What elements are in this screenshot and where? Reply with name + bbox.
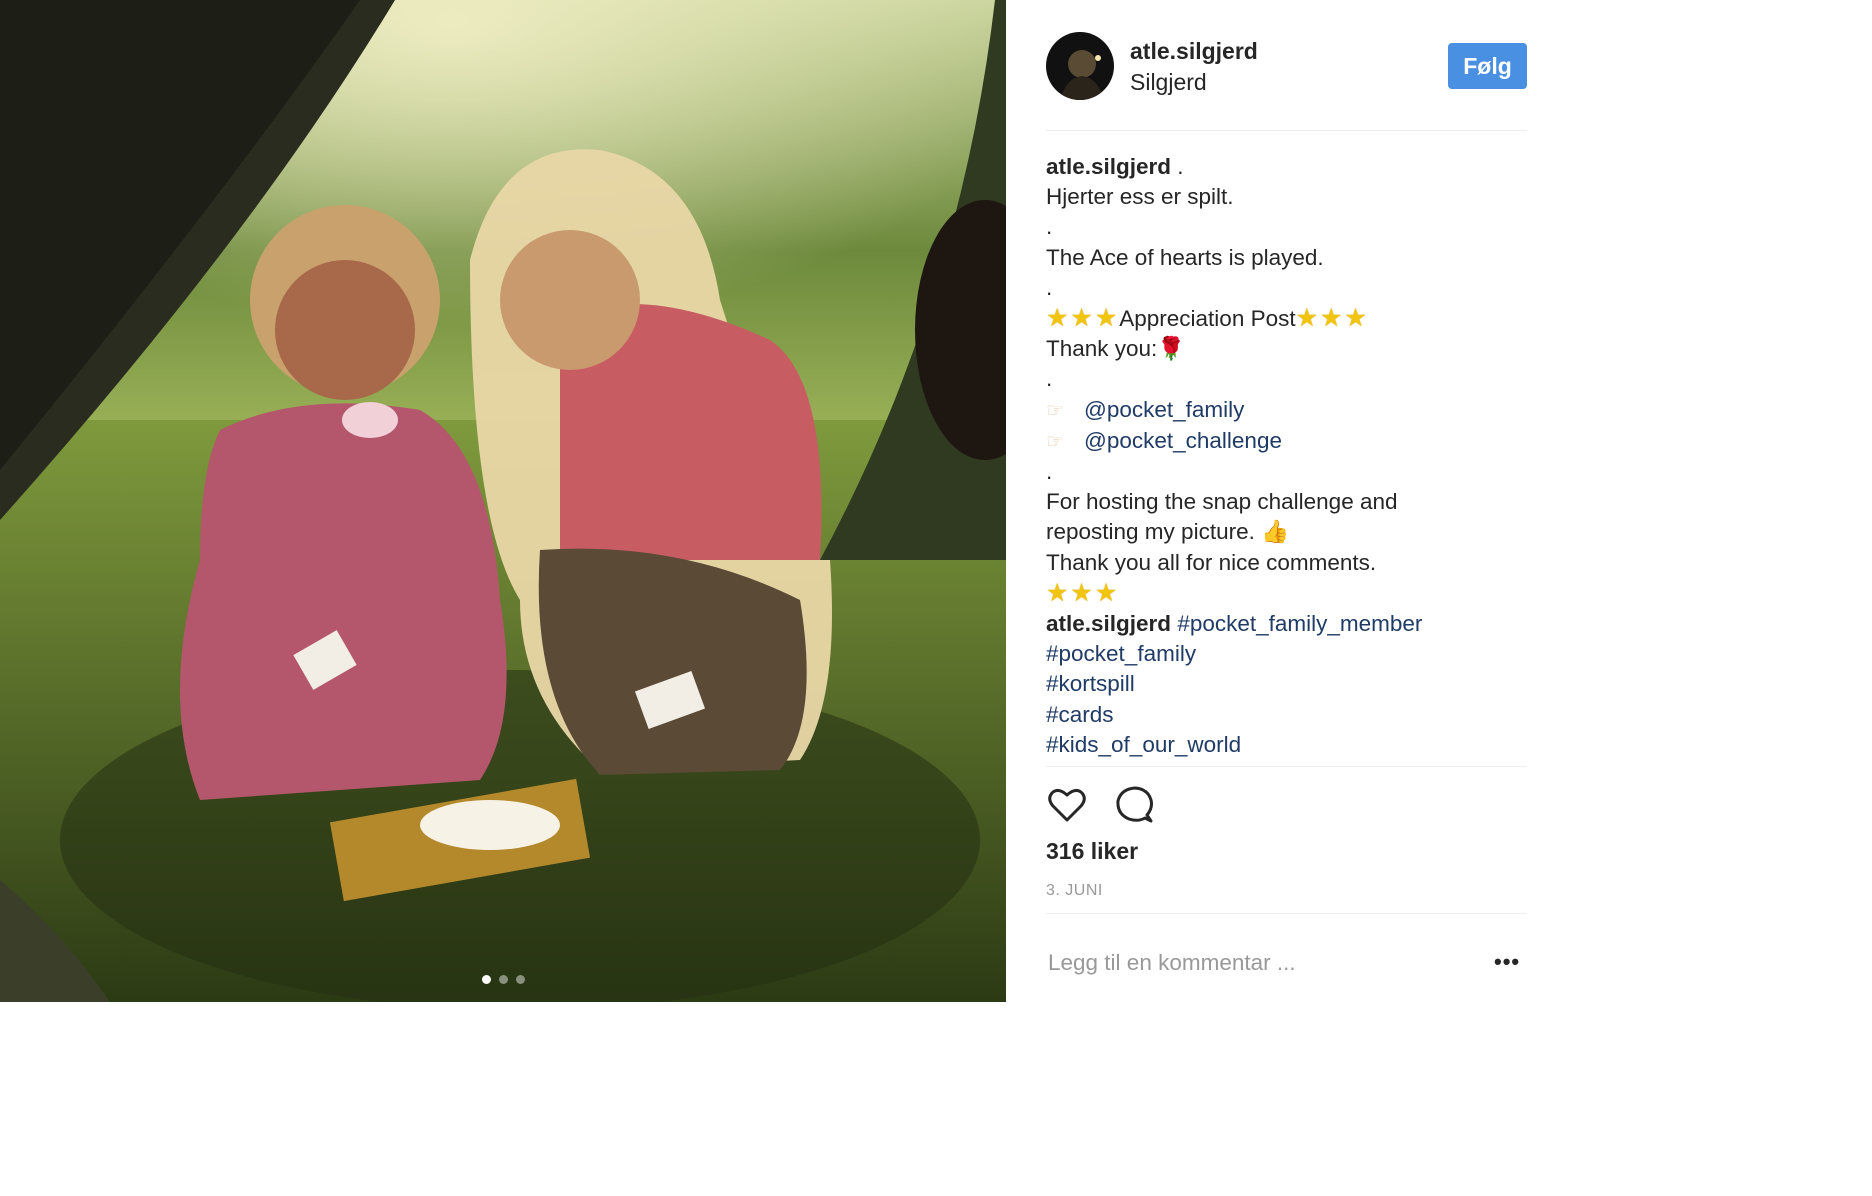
caption-line: The Ace of hearts is played. [1046, 244, 1324, 270]
caption-line: ☞ @pocket_challenge [1046, 426, 1526, 457]
star-icon: ★★★ [1046, 304, 1120, 333]
caption-line: Thank you all for nice comments. [1046, 549, 1377, 575]
caption-line: Thank you:🌹 [1046, 334, 1526, 364]
comment-author[interactable]: atle.silgjerd [1046, 611, 1171, 636]
carousel-dot[interactable] [515, 975, 525, 984]
post-header: atle.silgjerd Silgjerd Følg [1046, 32, 1528, 102]
post-date: 3. JUNI [1046, 882, 1103, 899]
caption-dot: . [1046, 274, 1053, 300]
pointing-finger-icon: ☞ [1046, 430, 1064, 453]
rose-icon: 🌹 [1157, 336, 1186, 362]
avatar[interactable] [1046, 32, 1114, 100]
caption-line: Hjerter ess er spilt. [1046, 184, 1234, 210]
mention-link[interactable]: @pocket_challenge [1084, 428, 1282, 453]
comment-icon[interactable] [1114, 784, 1156, 826]
caption-text: reposting my picture. [1046, 519, 1255, 545]
comment-line: #pocket_family [1046, 639, 1526, 669]
caption-dot: . [1046, 214, 1053, 240]
caption-line: ★★★Appreciation Post★★★ [1046, 303, 1526, 334]
caption-line: reposting my picture. 👍 [1046, 517, 1526, 547]
likes-count[interactable]: 316 liker [1046, 838, 1138, 865]
carousel-dot[interactable] [481, 975, 491, 984]
heart-icon[interactable] [1046, 784, 1088, 826]
comment-line: atle.silgjerd #pocket_family_member [1046, 609, 1526, 639]
post-location[interactable]: Silgjerd [1130, 69, 1207, 96]
hashtag-link[interactable]: #kortspill [1046, 671, 1135, 696]
caption-line: For hosting the snap challenge and [1046, 489, 1398, 515]
mention-link[interactable]: @pocket_family [1084, 397, 1244, 422]
caption-line: atle.silgjerd . [1046, 152, 1526, 182]
more-options-icon[interactable]: ••• [1494, 950, 1522, 974]
carousel-dot[interactable] [498, 975, 508, 984]
footer-divider [1046, 913, 1527, 914]
caption-divider [1046, 766, 1527, 767]
photo-image [0, 0, 1006, 1002]
thank-you-text: Thank you: [1046, 336, 1158, 362]
star-icon: ★★★ [1295, 304, 1369, 333]
comment-line: #kids_of_our_world [1046, 730, 1526, 760]
star-icon: ★★★ [1046, 578, 1120, 607]
caption-author[interactable]: atle.silgjerd [1046, 154, 1171, 179]
thumbs-up-icon: 👍 [1261, 519, 1290, 545]
header-divider [1046, 130, 1527, 131]
follow-button[interactable]: Følg [1448, 43, 1527, 89]
post-side-panel: atle.silgjerd Silgjerd Følg atle.silgjer… [1006, 0, 1568, 1002]
caption: atle.silgjerd . Hjerter ess er spilt. . … [1046, 152, 1526, 760]
hashtag-link[interactable]: #pocket_family_member [1177, 611, 1422, 636]
post-photo[interactable] [0, 0, 1006, 1002]
hashtag-link[interactable]: #pocket_family [1046, 641, 1196, 666]
appreciation-text: Appreciation Post [1119, 306, 1296, 332]
comment-line: #kortspill [1046, 669, 1526, 699]
hashtag-link[interactable]: #cards [1046, 702, 1114, 727]
caption-line: ★★★ [1046, 578, 1526, 609]
hashtag-link[interactable]: #kids_of_our_world [1046, 732, 1241, 757]
caption-line: ☞ @pocket_family [1046, 395, 1526, 426]
caption-dot: . [1046, 459, 1053, 485]
caption-author-suffix: . [1171, 154, 1184, 179]
comment-line: #cards [1046, 700, 1526, 730]
carousel-indicator [0, 975, 1006, 984]
post-username[interactable]: atle.silgjerd [1130, 38, 1258, 65]
caption-dot: . [1046, 366, 1053, 392]
pointing-finger-icon: ☞ [1046, 399, 1064, 422]
comment-input[interactable] [1046, 942, 1480, 984]
